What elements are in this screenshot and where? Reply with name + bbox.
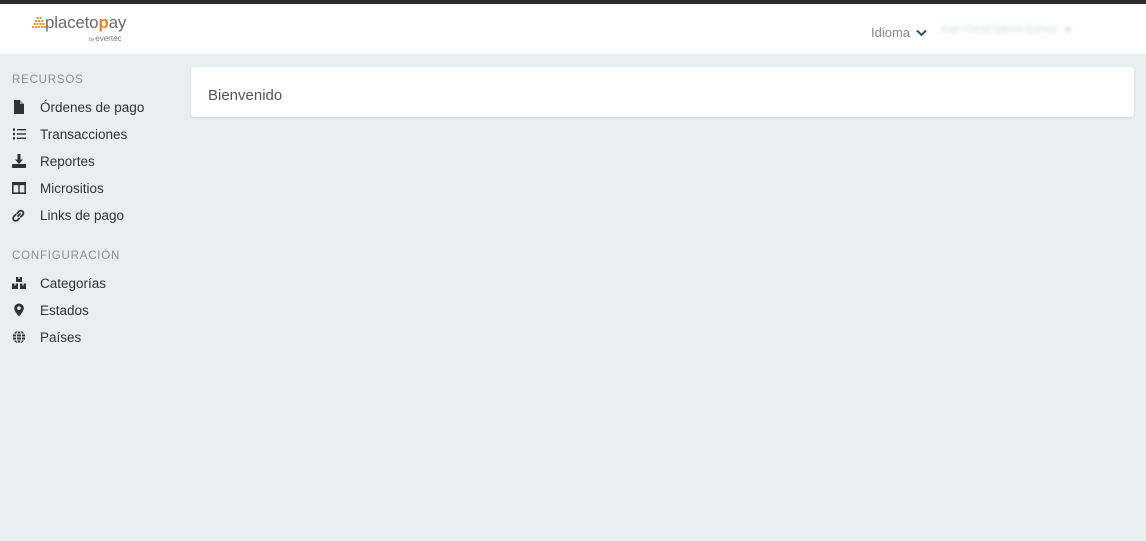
- sidebar-item-label: Países: [40, 329, 82, 345]
- sidebar-item-ordenes-de-pago[interactable]: Órdenes de pago: [12, 96, 172, 118]
- section-title-configuracion: CONFIGURACIÓN: [12, 250, 121, 262]
- chevron-down-icon: [916, 29, 927, 36]
- sidebar-item-paises[interactable]: Países: [12, 326, 172, 348]
- sidebar-item-categorias[interactable]: Categorías: [12, 272, 172, 294]
- sidebar-item-estados[interactable]: Estados: [12, 299, 172, 321]
- sidebar-item-transacciones[interactable]: Transacciones: [12, 123, 172, 145]
- globe-icon: [12, 330, 26, 344]
- sidebar: RECURSOS Órdenes de pago Transacciones R…: [0, 54, 180, 541]
- sidebar-item-label: Transacciones: [40, 126, 128, 142]
- user-name: Juan David Garcia Gomez: [940, 24, 1058, 35]
- sidebar-item-label: Micrositios: [40, 180, 104, 196]
- sidebar-item-label: Órdenes de pago: [40, 99, 145, 115]
- sidebar-item-links-de-pago[interactable]: Links de pago: [12, 204, 172, 226]
- placetopay-logo[interactable]: placetopay byevertec: [30, 13, 150, 46]
- link-icon: [12, 208, 26, 222]
- section-title-recursos: RECURSOS: [12, 74, 84, 86]
- welcome-card: Bienvenido: [191, 67, 1134, 117]
- sidebar-item-micrositios[interactable]: Micrositios: [12, 177, 172, 199]
- language-dropdown[interactable]: Idioma: [871, 25, 927, 40]
- brand-byline: byevertec: [89, 34, 122, 43]
- sidebar-item-label: Categorías: [40, 275, 107, 291]
- sidebar-item-reportes[interactable]: Reportes: [12, 150, 172, 172]
- file-icon: [12, 100, 26, 114]
- map-marker-icon: [12, 303, 26, 317]
- download-icon: [12, 154, 26, 168]
- columns-icon: [12, 181, 26, 195]
- cubes-icon: [12, 276, 26, 290]
- header: placetopay byevertec Idioma Juan David G…: [0, 4, 1146, 54]
- page-title: Bienvenido: [208, 87, 283, 104]
- list-ol-icon: [12, 127, 26, 141]
- caret-down-icon: [1065, 27, 1072, 32]
- sidebar-item-label: Links de pago: [40, 207, 125, 223]
- user-menu[interactable]: Juan David Garcia Gomez: [940, 24, 1072, 35]
- brand-wordmark: placetopay: [45, 13, 127, 32]
- language-label: Idioma: [871, 25, 911, 40]
- sidebar-item-label: Reportes: [40, 153, 95, 169]
- sidebar-item-label: Estados: [40, 302, 89, 318]
